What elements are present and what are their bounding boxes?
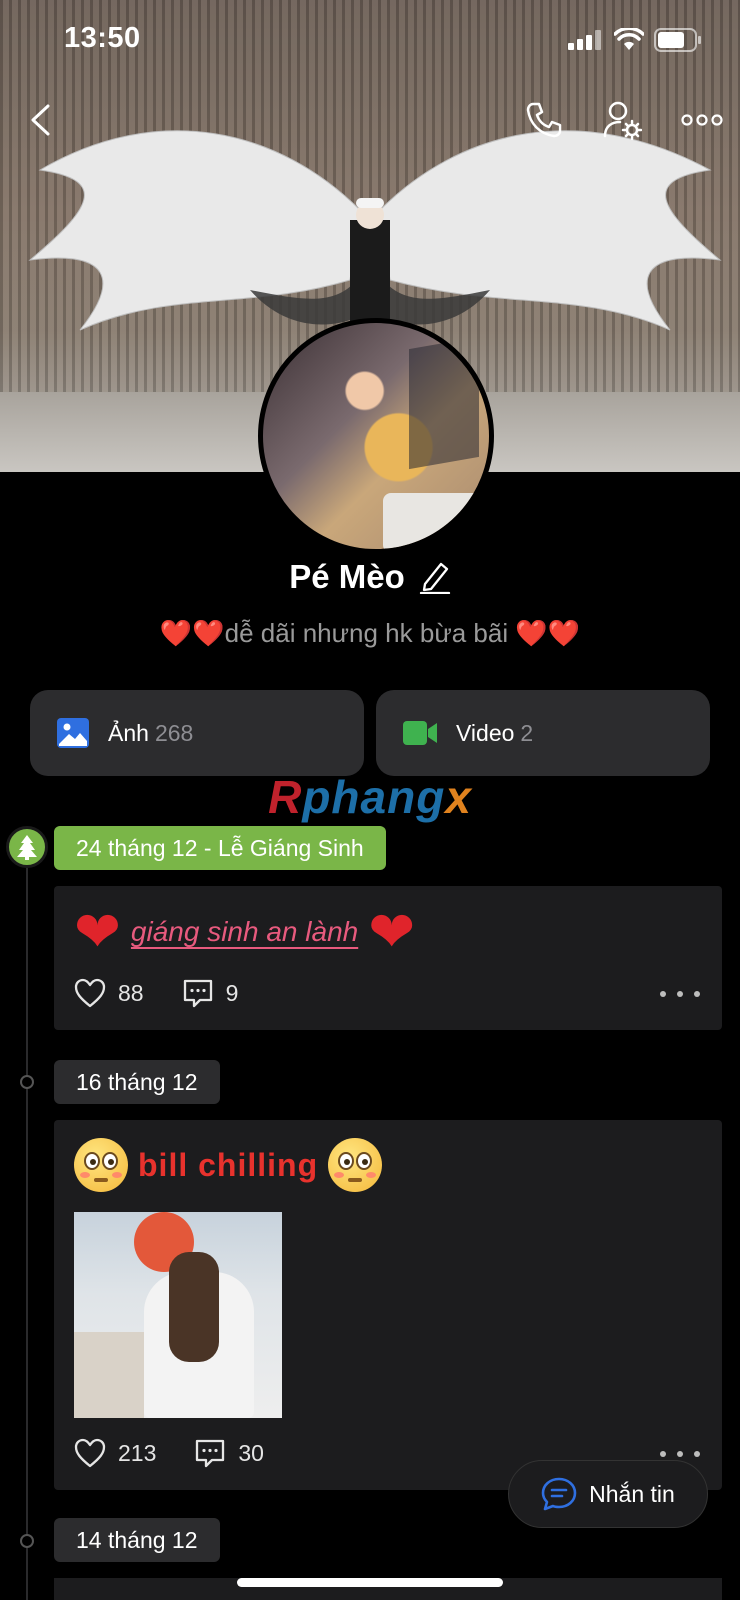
post-text: bill chilling bbox=[138, 1146, 319, 1183]
bio-hearts-right: ❤️❤️ bbox=[515, 618, 581, 648]
videos-count: 2 bbox=[520, 719, 534, 746]
status-time: 13:50 bbox=[64, 22, 141, 54]
timeline-post[interactable]: ❤ giáng sinh an lành ❤ 88 9 bbox=[54, 886, 722, 1030]
christmas-tree-icon bbox=[6, 826, 48, 868]
wifi-icon bbox=[614, 28, 644, 50]
watermark-part-1: R bbox=[268, 771, 303, 823]
watermark-part-3: x bbox=[445, 771, 472, 823]
timeline-dot bbox=[20, 1075, 34, 1089]
profile-bio: ❤️❤️dễ dãi nhưng hk bừa bãi ❤️❤️ bbox=[0, 618, 740, 649]
date-tag: 14 tháng 12 bbox=[54, 1518, 220, 1562]
heart-outline-icon bbox=[74, 1438, 106, 1468]
cellular-signal-icon bbox=[568, 30, 601, 50]
post-actions: 88 9 bbox=[74, 978, 276, 1008]
chat-bubble-icon bbox=[541, 1477, 577, 1511]
like-button[interactable]: 213 bbox=[74, 1438, 156, 1468]
comment-count: 30 bbox=[238, 1439, 264, 1466]
battery-icon bbox=[654, 28, 701, 52]
flushed-face-emoji-icon bbox=[74, 1138, 128, 1192]
like-count: 88 bbox=[118, 979, 144, 1006]
comment-button[interactable]: 30 bbox=[194, 1438, 264, 1468]
edit-name-button[interactable] bbox=[419, 560, 451, 594]
call-button[interactable] bbox=[520, 96, 568, 144]
heart-emoji-icon: ❤ bbox=[368, 900, 416, 963]
watermark-part-2: phang bbox=[302, 771, 446, 823]
post-photo[interactable] bbox=[74, 1212, 282, 1418]
ellipsis-icon bbox=[681, 114, 723, 126]
comment-icon bbox=[196, 1439, 225, 1468]
photos-card[interactable]: Ảnh 268 bbox=[30, 690, 364, 776]
watermark: Rphangx bbox=[0, 770, 740, 824]
timeline-line bbox=[26, 860, 28, 1600]
post-title: ❤ giáng sinh an lành ❤ bbox=[74, 904, 415, 960]
post-more-button[interactable] bbox=[660, 984, 700, 1004]
profile-settings-button[interactable] bbox=[598, 96, 646, 144]
profile-avatar[interactable] bbox=[258, 318, 494, 554]
status-bar: 13:50 bbox=[0, 0, 740, 80]
post-title: bill chilling bbox=[74, 1138, 383, 1192]
videos-card[interactable]: Video 2 bbox=[376, 690, 710, 776]
phone-icon bbox=[526, 102, 562, 138]
avatar-background bbox=[409, 336, 479, 470]
post-text: giáng sinh an lành bbox=[130, 916, 359, 947]
comment-button[interactable]: 9 bbox=[182, 978, 239, 1008]
photo-icon bbox=[57, 718, 89, 748]
send-message-label: Nhắn tin bbox=[589, 1480, 675, 1507]
photos-label: Ảnh bbox=[108, 719, 149, 746]
profile-name-row: Pé Mèo bbox=[0, 558, 740, 596]
timeline-dot bbox=[20, 1534, 34, 1548]
chevron-left-icon bbox=[31, 104, 50, 136]
date-tag-christmas: 24 tháng 12 - Lễ Giáng Sinh bbox=[54, 826, 386, 870]
heart-outline-icon bbox=[74, 978, 106, 1008]
pencil-icon bbox=[419, 562, 450, 594]
bio-text: dễ dãi nhưng hk bừa bãi bbox=[224, 618, 509, 648]
flushed-face-emoji-icon bbox=[328, 1138, 383, 1192]
more-options-button[interactable] bbox=[678, 96, 726, 144]
like-button[interactable]: 88 bbox=[74, 978, 144, 1008]
avatar-detail bbox=[383, 493, 489, 549]
bio-hearts-left: ❤️❤️ bbox=[159, 618, 225, 648]
comment-icon bbox=[183, 979, 212, 1008]
video-camera-icon bbox=[403, 721, 437, 745]
photos-count: 268 bbox=[154, 719, 194, 746]
send-message-button[interactable]: Nhắn tin bbox=[508, 1460, 708, 1528]
comment-count: 9 bbox=[225, 979, 239, 1006]
post-actions: 213 30 bbox=[74, 1438, 302, 1468]
profile-name: Pé Mèo bbox=[289, 558, 405, 595]
like-count: 213 bbox=[118, 1439, 157, 1466]
videos-label: Video bbox=[456, 719, 515, 746]
back-button[interactable] bbox=[16, 96, 64, 144]
home-indicator[interactable] bbox=[237, 1578, 503, 1587]
user-settings-icon bbox=[603, 101, 642, 140]
date-tag: 16 tháng 12 bbox=[54, 1060, 220, 1104]
timeline-post[interactable]: bill chilling 213 30 bbox=[54, 1120, 722, 1490]
heart-emoji-icon: ❤ bbox=[74, 900, 121, 963]
